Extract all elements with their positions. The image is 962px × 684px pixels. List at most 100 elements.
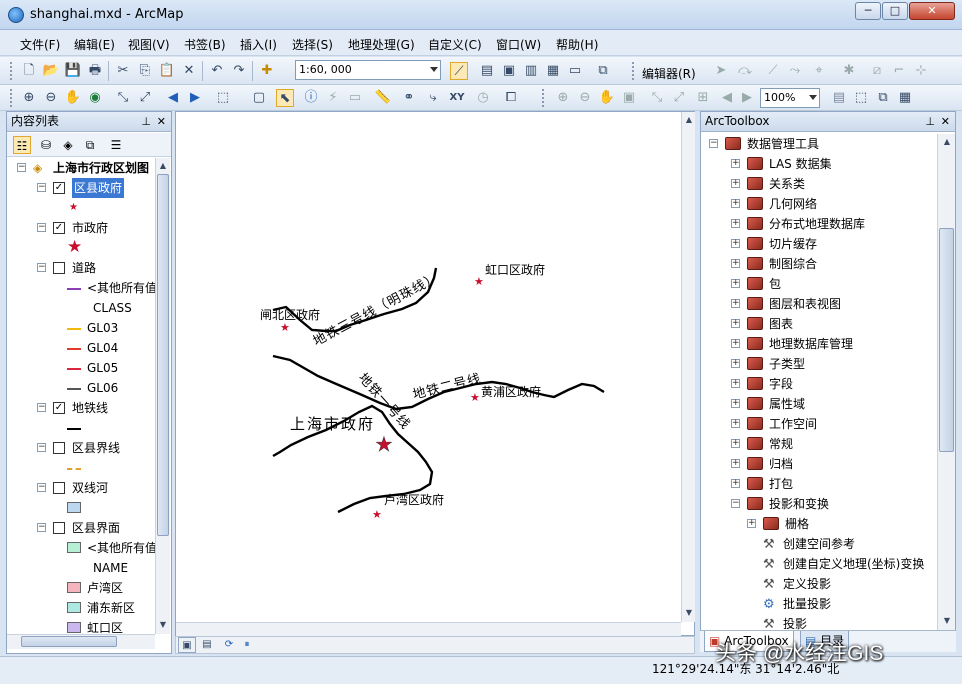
layer-name[interactable]: 区县界面 bbox=[72, 518, 120, 538]
map-scroll-up-icon[interactable]: ▲ bbox=[683, 113, 695, 126]
html-popup-icon[interactable]: ▭ bbox=[346, 89, 364, 107]
edit-annotation-icon[interactable]: ⤼ bbox=[736, 62, 754, 80]
zoom-out-icon[interactable]: ⊖ bbox=[42, 89, 60, 107]
map-scale-dropdown[interactable]: 1:60, 000 bbox=[295, 60, 441, 80]
data-frame-label[interactable]: 上海市行政区划图 bbox=[53, 158, 149, 178]
expand-icon[interactable]: + bbox=[731, 279, 740, 288]
toolbox-row[interactable]: ⚒ 创建自定义地理(坐标)变换 bbox=[701, 554, 937, 574]
toolbox-scroll-up-icon[interactable]: ▲ bbox=[941, 135, 953, 148]
toolbox-close-icon[interactable]: ✕ bbox=[941, 112, 950, 131]
layout-view-icon[interactable]: ▤ bbox=[198, 637, 216, 653]
layout-zoom-in-icon[interactable]: ⊕ bbox=[554, 89, 572, 107]
layer-collapse-icon[interactable]: − bbox=[37, 223, 46, 232]
menu-item-0[interactable]: 文件(F) bbox=[20, 36, 60, 53]
map-vertical-scrollbar[interactable]: ▲ ▼ bbox=[681, 112, 695, 622]
toolbox-row[interactable]: − 投影和变换 bbox=[701, 494, 937, 514]
map-view[interactable]: ★ ★ ★ ★ ★ 虹口区政府 闸北区政府 黄浦区政府 卢湾区政府 上海市政府 … bbox=[175, 111, 695, 636]
hyperlink-icon[interactable]: ⚡ bbox=[324, 89, 342, 107]
table-window-icon[interactable]: ▤ bbox=[478, 62, 496, 80]
close-panel-icon[interactable]: ✕ bbox=[157, 112, 166, 131]
toolbox-label[interactable]: 常规 bbox=[769, 434, 793, 454]
tool-label[interactable]: 批量投影 bbox=[783, 594, 831, 614]
tool-label[interactable]: 创建自定义地理(坐标)变换 bbox=[783, 554, 924, 574]
expand-icon[interactable]: + bbox=[731, 399, 740, 408]
toolbox-row[interactable]: + 地理数据库管理 bbox=[701, 334, 937, 354]
select-elements-arrow-icon[interactable]: ⬉ bbox=[276, 89, 294, 107]
go-to-xy-icon[interactable]: XY bbox=[448, 89, 466, 107]
open-folder-icon[interactable]: 📂 bbox=[42, 62, 60, 80]
toolbox-label[interactable]: LAS 数据集 bbox=[769, 154, 832, 174]
expand-icon[interactable]: + bbox=[731, 479, 740, 488]
toolbox-label[interactable]: 数据管理工具 bbox=[747, 134, 819, 154]
toolbox-label[interactable]: 归档 bbox=[769, 454, 793, 474]
toolbox-label[interactable]: 字段 bbox=[769, 374, 793, 394]
toc-row[interactable]: GL03 bbox=[7, 318, 157, 338]
new-document-icon[interactable]: 🗋 bbox=[20, 62, 38, 80]
menu-item-2[interactable]: 视图(V) bbox=[128, 36, 170, 53]
menu-item-8[interactable]: 窗口(W) bbox=[496, 36, 541, 53]
toc-row[interactable] bbox=[7, 418, 157, 438]
toolbar-grip[interactable] bbox=[10, 62, 14, 80]
modelbuilder-icon[interactable]: ⧉ bbox=[594, 62, 612, 80]
map-canvas[interactable]: ★ ★ ★ ★ ★ 虹口区政府 闸北区政府 黄浦区政府 卢湾区政府 上海市政府 … bbox=[176, 112, 681, 622]
data-view-icon[interactable]: ▣ bbox=[178, 637, 196, 653]
toolbox-label[interactable]: 图层和表视图 bbox=[769, 294, 841, 314]
toolbox-label[interactable]: 打包 bbox=[769, 474, 793, 494]
layout-back-icon[interactable]: ◀ bbox=[718, 89, 736, 107]
full-extent-globe-icon[interactable]: ◉ bbox=[86, 89, 104, 107]
toc-row[interactable]: 虹口区 bbox=[7, 618, 157, 634]
expand-icon[interactable]: + bbox=[731, 439, 740, 448]
toolbox-row[interactable]: + 切片缓存 bbox=[701, 234, 937, 254]
layout-fixed-out-icon[interactable]: ⤢ bbox=[670, 89, 688, 107]
layout-pan-icon[interactable]: ✋ bbox=[598, 89, 616, 107]
point-icon[interactable]: ✱ bbox=[840, 62, 858, 80]
toolbox-row[interactable]: + 分布式地理数据库 bbox=[701, 214, 937, 234]
collapse-icon[interactable]: − bbox=[17, 163, 26, 172]
expand-icon[interactable]: + bbox=[731, 359, 740, 368]
menu-item-5[interactable]: 选择(S) bbox=[292, 36, 333, 53]
list-by-drawing-order-icon[interactable]: ☷ bbox=[13, 136, 31, 154]
toolbox-row[interactable]: + 几何网络 bbox=[701, 194, 937, 214]
layer-visibility-checkbox[interactable] bbox=[53, 442, 65, 454]
toolbox-row[interactable]: + 关系类 bbox=[701, 174, 937, 194]
layer-visibility-checkbox[interactable] bbox=[53, 522, 65, 534]
python-window-icon[interactable]: ▭ bbox=[566, 62, 584, 80]
toc-row[interactable]: − ✓ 地铁线 bbox=[7, 398, 157, 418]
expand-icon[interactable]: + bbox=[731, 219, 740, 228]
straight-segment-icon[interactable]: ⟋ bbox=[764, 62, 782, 80]
trace-icon[interactable]: ⌖ bbox=[810, 62, 828, 80]
toolbox-label[interactable]: 地理数据库管理 bbox=[769, 334, 853, 354]
toc-row[interactable]: − ◈ 上海市行政区划图 bbox=[7, 158, 157, 178]
layer-visibility-checkbox[interactable]: ✓ bbox=[53, 222, 65, 234]
clear-selection-icon[interactable]: ▢ bbox=[250, 89, 268, 107]
expand-icon[interactable]: + bbox=[747, 519, 756, 528]
expand-icon[interactable]: + bbox=[731, 179, 740, 188]
toc-row[interactable]: ★ bbox=[7, 237, 157, 258]
toc-vertical-scrollbar[interactable]: ▲ ▼ bbox=[155, 158, 170, 634]
toolbox-row[interactable]: + 字段 bbox=[701, 374, 937, 394]
toolbox-label[interactable]: 属性域 bbox=[769, 394, 805, 414]
toolbox-label[interactable]: 投影和变换 bbox=[769, 494, 829, 514]
tool-label[interactable]: 定义投影 bbox=[783, 574, 831, 594]
expand-icon[interactable]: + bbox=[731, 259, 740, 268]
toolbox-row[interactable]: + 常规 bbox=[701, 434, 937, 454]
expand-icon[interactable]: + bbox=[731, 339, 740, 348]
toolbox-row[interactable]: + 工作空间 bbox=[701, 414, 937, 434]
layer-name[interactable]: 区县政府 bbox=[72, 178, 125, 198]
toc-row[interactable]: − 双线河 bbox=[7, 478, 157, 498]
forward-arrow-icon[interactable]: ▶ bbox=[186, 89, 204, 107]
tool-label[interactable]: 创建空间参考 bbox=[783, 534, 855, 554]
delete-icon[interactable]: ✕ bbox=[180, 62, 198, 80]
layer-visibility-checkbox[interactable] bbox=[53, 262, 65, 274]
toolbox-label[interactable]: 制图综合 bbox=[769, 254, 817, 274]
scroll-up-arrow-icon[interactable]: ▲ bbox=[157, 159, 169, 172]
expand-icon[interactable]: + bbox=[731, 199, 740, 208]
editor-menu[interactable]: 编辑器(R) bbox=[642, 65, 696, 82]
list-by-selection-icon[interactable]: ⧉ bbox=[81, 136, 99, 154]
select-features-icon[interactable]: ⬚ bbox=[214, 89, 232, 107]
focus-data-frame-icon[interactable]: ⬚ bbox=[852, 89, 870, 107]
toc-row[interactable] bbox=[7, 498, 157, 518]
toolbox-row[interactable]: + 栅格 bbox=[701, 514, 937, 534]
redo-icon[interactable]: ↷ bbox=[230, 62, 248, 80]
expand-icon[interactable]: + bbox=[731, 459, 740, 468]
